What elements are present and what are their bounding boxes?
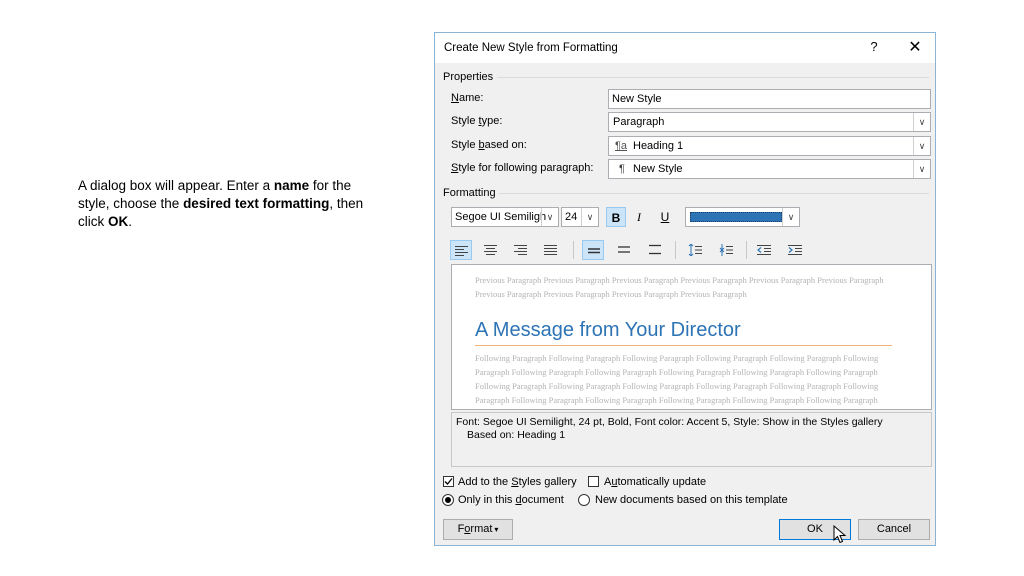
instruction-text: .: [128, 214, 133, 229]
previous-paragraph-sample: Previous Paragraph Previous Paragraph Pr…: [475, 275, 884, 299]
new-documents-radio[interactable]: [578, 494, 590, 506]
close-icon[interactable]: ✕: [905, 37, 925, 57]
font-color-select[interactable]: ∨: [685, 207, 800, 227]
formatting-divider: [499, 193, 929, 194]
chevron-down-icon[interactable]: ∨: [913, 160, 930, 178]
slide-instruction: A dialog box will appear. Enter a name f…: [78, 177, 378, 231]
underline-button[interactable]: U: [655, 207, 675, 227]
add-to-gallery-label[interactable]: Add to the Styles gallery: [458, 476, 577, 488]
toolbar-separator: [746, 241, 747, 259]
chevron-down-icon[interactable]: ∨: [913, 137, 930, 155]
align-center-icon: [484, 245, 497, 255]
chevron-down-icon[interactable]: ∨: [581, 208, 598, 226]
chevron-down-icon[interactable]: ∨: [913, 113, 930, 131]
align-center-button[interactable]: [480, 240, 502, 260]
decrease-paragraph-spacing-icon: [719, 244, 733, 256]
dialog-titlebar: Create New Style from Formatting ? ✕: [435, 33, 935, 63]
font-select[interactable]: Segoe UI Semiligh ∨: [451, 207, 559, 227]
format-button[interactable]: Format ▾: [443, 519, 513, 540]
following-paragraph-select[interactable]: ¶ New Style ∨: [608, 159, 931, 179]
style-preview-pane: Previous Paragraph Previous Paragraph Pr…: [451, 264, 932, 410]
name-label: Name:: [451, 92, 484, 104]
paragraph-mark-icon: ¶: [619, 163, 625, 175]
formatting-group-label: Formatting: [443, 187, 496, 199]
dialog-title: Create New Style from Formatting: [444, 42, 618, 54]
based-on-select[interactable]: ¶a Heading 1 ∨: [608, 136, 931, 156]
help-button[interactable]: ?: [867, 39, 881, 54]
increase-paragraph-spacing-icon: [688, 244, 702, 256]
decrease-spacing-button[interactable]: [715, 240, 737, 260]
instruction-bold-formatting: desired text formatting: [183, 196, 330, 211]
linked-style-icon: ¶a: [615, 140, 628, 152]
properties-divider: [497, 77, 929, 78]
align-left-button[interactable]: [450, 240, 472, 260]
increase-spacing-button[interactable]: [684, 240, 706, 260]
justify-button[interactable]: [540, 240, 562, 260]
description-line: Font: Segoe UI Semilight, 24 pt, Bold, F…: [456, 416, 883, 428]
based-on-label: Style based on:: [451, 139, 527, 151]
name-field[interactable]: New Style: [608, 89, 931, 109]
italic-button[interactable]: I: [629, 207, 649, 227]
align-left-icon: [455, 246, 468, 256]
style-type-label: Style type:: [451, 115, 503, 127]
style-type-select[interactable]: Paragraph ∨: [608, 112, 931, 132]
only-this-document-radio[interactable]: [442, 494, 454, 506]
increase-indent-button[interactable]: [784, 240, 806, 260]
dropdown-caret-icon: ▾: [494, 525, 499, 534]
align-right-button[interactable]: [510, 240, 532, 260]
mouse-pointer-icon: [833, 525, 847, 544]
auto-update-checkbox[interactable]: [588, 476, 599, 487]
font-size-select[interactable]: 24 ∨: [561, 207, 599, 227]
double-spacing-icon: [649, 244, 661, 255]
instruction-bold-name: name: [273, 178, 310, 193]
based-on-value: Heading 1: [633, 140, 684, 152]
following-paragraph-sample: Following Paragraph Following Paragraph …: [475, 353, 879, 405]
preview-heading: A Message from Your Director: [475, 319, 741, 341]
create-style-dialog: Create New Style from Formatting ? ✕ Pro…: [434, 32, 936, 546]
align-right-icon: [514, 245, 527, 255]
description-line: Based on: Heading 1: [467, 429, 566, 441]
bold-button[interactable]: B: [606, 207, 626, 227]
cancel-button[interactable]: Cancel: [858, 519, 930, 540]
new-documents-label[interactable]: New documents based on this template: [595, 494, 788, 506]
style-type-value: Paragraph: [613, 116, 665, 128]
following-paragraph-value: New Style: [633, 163, 683, 175]
single-spacing-icon: [588, 248, 600, 254]
properties-group-label: Properties: [443, 71, 494, 83]
chevron-down-icon[interactable]: ∨: [541, 208, 558, 226]
double-spacing-button[interactable]: [644, 240, 666, 260]
only-this-document-label[interactable]: Only in this document: [458, 494, 564, 506]
justify-icon: [544, 245, 557, 255]
font-value: Segoe UI Semiligh: [455, 211, 547, 223]
instruction-bold-ok: OK: [108, 214, 129, 229]
add-to-gallery-checkbox[interactable]: [443, 476, 454, 487]
checkmark-icon: [444, 478, 453, 485]
auto-update-label[interactable]: Automatically update: [604, 476, 706, 488]
font-color-swatch: [690, 212, 782, 222]
heading-underline: [475, 345, 892, 346]
toolbar-separator: [573, 241, 574, 259]
one-half-spacing-icon: [618, 246, 630, 253]
chevron-down-icon[interactable]: ∨: [782, 208, 799, 226]
one-half-spacing-button[interactable]: [613, 240, 635, 260]
following-paragraph-label: Style for following paragraph:: [451, 162, 594, 174]
instruction-text: A dialog box will appear. Enter a: [78, 178, 274, 193]
font-size-value: 24: [565, 211, 578, 223]
decrease-indent-icon: [757, 245, 771, 255]
style-description: Font: Segoe UI Semilight, 24 pt, Bold, F…: [451, 412, 932, 467]
toolbar-separator: [675, 241, 676, 259]
single-spacing-button[interactable]: [582, 240, 604, 260]
radio-selected-dot: [445, 497, 451, 503]
decrease-indent-button[interactable]: [753, 240, 775, 260]
increase-indent-icon: [788, 245, 802, 255]
